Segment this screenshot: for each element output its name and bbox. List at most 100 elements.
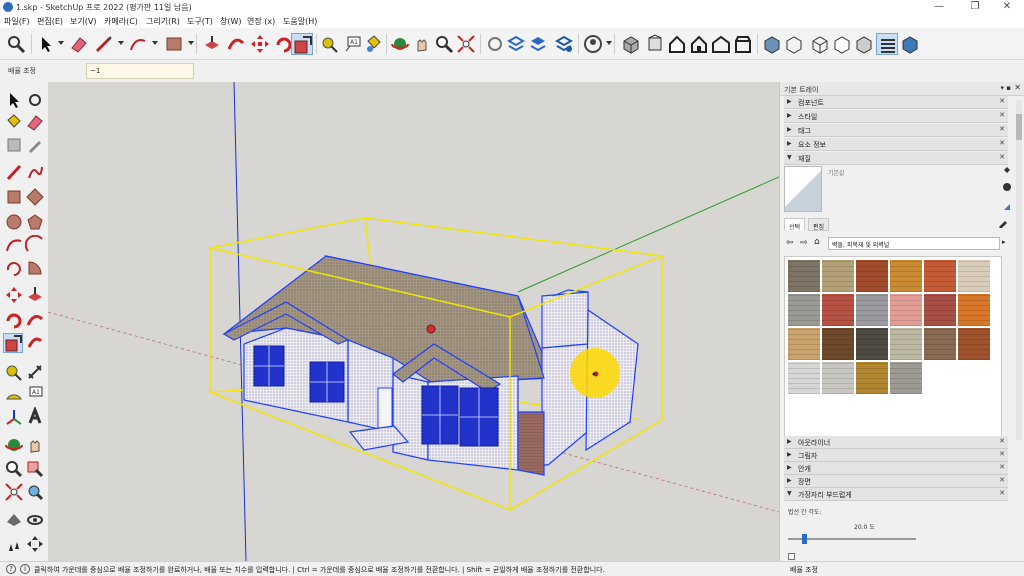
material-name-field[interactable]: 기본값	[828, 168, 998, 180]
panel-materials[interactable]: ▼ 재질 ✕	[784, 152, 1008, 165]
material-swatch[interactable]	[958, 294, 990, 326]
front-view-icon[interactable]	[666, 33, 688, 55]
material-swatch[interactable]	[856, 362, 888, 394]
left-view-icon[interactable]	[732, 33, 754, 55]
text-tool-icon[interactable]: A1	[342, 33, 364, 55]
panel-soften-edges[interactable]: ▼ 가장자리 부드럽게 ✕	[784, 488, 1008, 501]
tape-measure-tool-icon[interactable]	[319, 33, 341, 55]
material-swatch[interactable]	[822, 362, 854, 394]
push-pull-tool-icon[interactable]	[201, 33, 223, 55]
panel-tags[interactable]: ▶ 태그 ✕	[784, 124, 1008, 137]
tray-scrollbar[interactable]	[1016, 100, 1022, 440]
pie-icon[interactable]	[25, 258, 45, 278]
move-icon[interactable]	[4, 285, 24, 305]
rotate-icon[interactable]	[4, 310, 24, 330]
house-model[interactable]	[48, 82, 779, 561]
panel-scenes[interactable]: ▶ 장면 ✕	[784, 475, 1008, 488]
warehouse-icon[interactable]	[484, 33, 506, 55]
material-swatch[interactable]	[788, 260, 820, 292]
back-arrow-icon[interactable]: ⇦	[786, 238, 794, 248]
arc-icon[interactable]	[4, 235, 24, 255]
shaded-style-icon[interactable]	[853, 33, 875, 55]
panel-components[interactable]: ▶ 컴포넌트 ✕	[784, 96, 1008, 109]
material-swatch[interactable]	[924, 294, 956, 326]
look-around-icon[interactable]	[25, 510, 45, 530]
material-swatch[interactable]	[856, 328, 888, 360]
maximize-button[interactable]: ❐	[958, 0, 992, 14]
material-swatch[interactable]	[822, 328, 854, 360]
rectangle-tool-icon[interactable]	[163, 33, 185, 55]
material-swatch[interactable]	[958, 260, 990, 292]
material-swatch[interactable]	[924, 260, 956, 292]
extension-warehouse-icon[interactable]	[505, 33, 527, 55]
material-swatch[interactable]	[890, 328, 922, 360]
material-swatch[interactable]	[924, 328, 956, 360]
component-icon[interactable]	[25, 90, 45, 110]
iso-view-icon[interactable]	[620, 33, 642, 55]
offset-icon[interactable]	[25, 333, 45, 353]
circle-icon[interactable]	[4, 212, 24, 232]
angle-slider-thumb[interactable]	[802, 534, 807, 544]
previous-view-icon[interactable]	[25, 482, 45, 502]
pan-icon[interactable]	[25, 435, 45, 455]
menu-edit[interactable]: 편집(E)	[37, 16, 63, 27]
menu-file[interactable]: 파일(F)	[4, 16, 30, 27]
polygon-icon[interactable]	[25, 212, 45, 232]
angle-slider[interactable]	[788, 538, 916, 540]
close-button[interactable]: ✕	[990, 0, 1024, 14]
dimension-icon[interactable]	[25, 362, 45, 382]
forward-arrow-icon[interactable]: ⇨	[800, 238, 808, 248]
line-tool-icon[interactable]	[93, 33, 115, 55]
panel-fog[interactable]: ▶ 안개 ✕	[784, 462, 1008, 475]
follow-me-icon[interactable]	[25, 310, 45, 330]
rotated-rectangle-icon[interactable]	[25, 187, 45, 207]
measurements-input[interactable]: ~1	[86, 63, 194, 79]
zoom-left-icon[interactable]	[4, 459, 24, 479]
scale-icon[interactable]	[3, 333, 23, 353]
tag-eyedropper-icon[interactable]	[25, 135, 45, 155]
library-select[interactable]: 벽돌, 피복재 및 외벽널	[828, 237, 1000, 250]
select-tool-icon[interactable]	[35, 33, 57, 55]
text-icon[interactable]: A1	[25, 384, 45, 404]
zoom-icon[interactable]	[433, 33, 455, 55]
protractor-icon[interactable]	[4, 384, 24, 404]
material-swatch[interactable]	[822, 260, 854, 292]
panel-entity-info[interactable]: ▶ 요소 정보 ✕	[784, 138, 1008, 151]
menu-extensions[interactable]: 연장 (x)	[247, 16, 275, 27]
tray-close-icon[interactable]: ✕	[1014, 83, 1021, 92]
orbit-icon[interactable]	[4, 435, 24, 455]
right-view-icon[interactable]	[688, 33, 710, 55]
minimize-button[interactable]: —	[922, 0, 956, 14]
wireframe-style-icon[interactable]	[809, 33, 831, 55]
walk-icon[interactable]	[4, 534, 24, 554]
tab-edit[interactable]: 편집	[808, 218, 830, 231]
freehand-icon[interactable]	[25, 162, 45, 182]
monochrome-style-icon[interactable]	[899, 33, 921, 55]
menu-camera[interactable]: 카메라(C)	[104, 16, 138, 27]
paint-bucket-icon[interactable]	[4, 112, 24, 132]
tray-pin-icon[interactable]: ▾ ▪	[1001, 84, 1011, 92]
material-swatch[interactable]	[788, 294, 820, 326]
push-pull-icon[interactable]	[25, 285, 45, 305]
tape-measure-icon[interactable]	[4, 362, 24, 382]
panel-shadows[interactable]: ▶ 그림자 ✕	[784, 449, 1008, 462]
eraser-tool-icon[interactable]	[68, 33, 90, 55]
section-plane-icon[interactable]	[25, 534, 45, 554]
info-icon[interactable]: i	[20, 564, 30, 574]
material-swatch[interactable]	[890, 294, 922, 326]
help-icon[interactable]: ?	[6, 564, 16, 574]
move-tool-icon[interactable]	[249, 33, 271, 55]
zoom-extents-icon[interactable]	[455, 33, 477, 55]
menu-help[interactable]: 도움말(H)	[283, 16, 317, 27]
pan-tool-icon[interactable]	[411, 33, 433, 55]
panel-styles[interactable]: ▶ 스타일 ✕	[784, 110, 1008, 123]
hidden-line-style-icon[interactable]	[831, 33, 853, 55]
3d-text-icon[interactable]	[25, 407, 45, 427]
top-view-icon[interactable]	[644, 33, 666, 55]
rectangle-icon[interactable]	[4, 187, 24, 207]
eraser-icon[interactable]	[25, 112, 45, 132]
zoom-window-icon[interactable]	[25, 459, 45, 479]
soften-coplanar-checkbox[interactable]	[788, 553, 795, 560]
extension-manager-icon[interactable]	[553, 33, 575, 55]
three-point-arc-icon[interactable]	[4, 258, 24, 278]
